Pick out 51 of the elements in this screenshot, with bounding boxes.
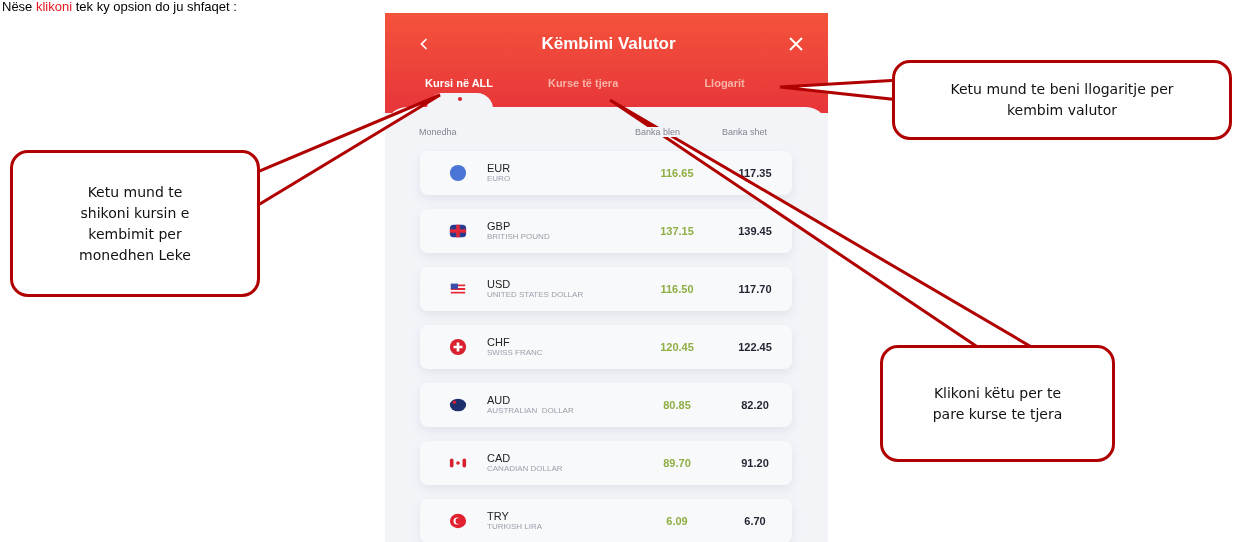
instruction-text: Nëse klikoni tek ky opsion do ju shfaqet : [1, 0, 237, 13]
sell-rate: 139.45 [737, 225, 773, 237]
currency-card[interactable]: CHF SWISS FRANC 120.45 122.45 [420, 325, 792, 369]
screen-title: Këmbimi Valutor [541, 34, 676, 54]
callout-box: Ketu mund te shikoni kursin e kembimit per monedhen Leke [10, 150, 260, 297]
tab[interactable]: Kursi në ALL [421, 75, 498, 91]
callout-box: Klikoni këtu per te pare kurse te tjera [880, 345, 1115, 462]
buy-rate: 116.65 [659, 167, 695, 179]
currency-card[interactable]: AUD AUSTRALIAN DOLLAR 80.85 82.20 [420, 383, 792, 427]
currency-card[interactable]: CAD CANADIAN DOLLAR 89.70 91.20 [420, 441, 792, 485]
currency-card[interactable]: USD UNITED STATES DOLLAR 116.50 117.70 [420, 267, 792, 311]
back-icon[interactable] [419, 37, 429, 51]
currency-card[interactable]: GBP BRITISH POUND 137.15 139.45 [420, 209, 792, 253]
currency-code: TRY [487, 510, 510, 522]
currency-name: AUSTRALIAN DOLLAR [487, 405, 575, 416]
sell-rate: 82.20 [740, 399, 770, 411]
close-icon[interactable] [788, 36, 804, 52]
currency-card[interactable]: EUR EURO 116.65 117.35 [420, 151, 792, 195]
currency-code: CAD [487, 452, 512, 464]
sell-rate: 117.35 [737, 167, 773, 179]
flag-icon [449, 338, 467, 356]
buy-rate: 137.15 [659, 225, 695, 237]
sell-rate: 117.70 [737, 283, 773, 295]
buy-rate: 80.85 [662, 399, 692, 411]
flag-icon [449, 222, 467, 240]
column-header: Banka blen [635, 127, 681, 137]
flag-icon [449, 164, 467, 182]
sell-rate: 91.20 [740, 457, 770, 469]
sell-rate: 122.45 [737, 341, 773, 353]
currency-name: UNITED STATES DOLLAR [487, 289, 585, 300]
callout-box: Ketu mund te beni llogaritje per kembim valutor [892, 60, 1232, 140]
column-header: Monedha [419, 127, 457, 137]
currency-card[interactable]: TRY TURKISH LIRA 6.09 6.70 [420, 499, 792, 542]
sell-rate: 6.70 [743, 515, 767, 527]
buy-rate: 6.09 [665, 515, 689, 527]
currency-name: EURO [487, 173, 512, 184]
currency-name: SWISS FRANC [487, 347, 544, 358]
buy-rate: 89.70 [662, 457, 692, 469]
buy-rate: 120.45 [659, 341, 695, 353]
currency-code: CHF [487, 336, 511, 348]
currency-name: BRITISH POUND [487, 231, 551, 242]
currency-name: TURKISH LIRA [487, 521, 544, 532]
currency-code: GBP [487, 220, 512, 232]
flag-icon [449, 512, 467, 530]
currency-code: EUR [487, 162, 512, 174]
flag-icon [449, 396, 467, 414]
column-header: Banka shet [722, 127, 768, 137]
currency-name: CANADIAN DOLLAR [487, 463, 564, 474]
currency-code: USD [487, 278, 512, 290]
currency-code: AUD [487, 394, 512, 406]
buy-rate: 116.50 [659, 283, 695, 295]
